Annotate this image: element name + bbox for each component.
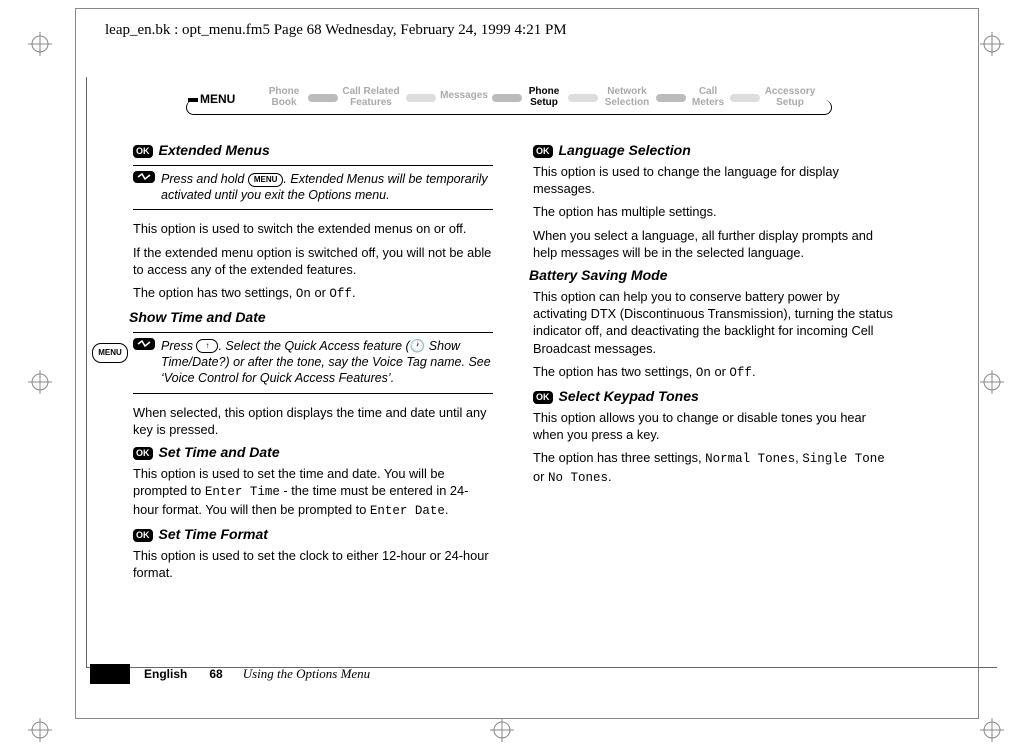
crop-mark-icon bbox=[28, 370, 52, 394]
menu-key-icon: MENU bbox=[92, 343, 128, 363]
heading-set-time-date: OKSet Time and Date bbox=[133, 444, 493, 461]
body-text: When you select a language, all further … bbox=[533, 227, 893, 262]
tip-lightning-icon bbox=[133, 338, 155, 350]
clock-glyph-icon: 🕐 bbox=[410, 339, 426, 353]
heading-select-keypad-tones: OKSelect Keypad Tones bbox=[533, 388, 893, 405]
running-head: leap_en.bk : opt_menu.fm5 Page 68 Wednes… bbox=[105, 22, 567, 39]
menu-outline bbox=[186, 100, 832, 115]
crop-mark-icon bbox=[490, 718, 514, 742]
tip-text: Press and hold bbox=[161, 172, 248, 186]
body-text: The option has multiple settings. bbox=[533, 203, 893, 220]
heading-set-time-format: OKSet Time Format bbox=[133, 526, 493, 543]
tip-box: Press and hold MENU. Extended Menus will… bbox=[133, 165, 493, 211]
body-text: This option is used to change the langua… bbox=[533, 163, 893, 198]
ok-badge-icon: OK bbox=[133, 145, 153, 158]
body-text: The option has two settings, On or Off. bbox=[533, 363, 893, 382]
footer-section-title: Using the Options Menu bbox=[243, 666, 370, 682]
body-text: This option is used to set the time and … bbox=[133, 465, 493, 520]
ok-badge-icon: OK bbox=[133, 529, 153, 542]
tip-lightning-icon bbox=[133, 171, 155, 183]
ok-badge-icon: OK bbox=[533, 145, 553, 158]
body-text: When selected, this option displays the … bbox=[133, 404, 493, 439]
tip-text: Press bbox=[161, 339, 196, 353]
crop-mark-icon bbox=[980, 32, 1004, 56]
right-column: OKLanguage Selection This option is used… bbox=[533, 136, 893, 493]
body-text: This option is used to switch the extend… bbox=[133, 220, 493, 237]
body-text: This option is used to set the clock to … bbox=[133, 547, 493, 582]
page-footer: English 68 Using the Options Menu bbox=[90, 664, 370, 684]
crop-mark-icon bbox=[28, 718, 52, 742]
heading-language-selection: OKLanguage Selection bbox=[533, 142, 893, 159]
heading-show-time-date: Show Time and Date bbox=[129, 309, 493, 326]
crop-mark-icon bbox=[980, 718, 1004, 742]
body-text: The option has three settings, Normal To… bbox=[533, 449, 893, 487]
menu-key-icon: MENU bbox=[248, 173, 284, 187]
ok-badge-icon: OK bbox=[133, 447, 153, 460]
tip-text: . Select the Quick Access feature ( bbox=[218, 339, 409, 353]
body-text: This option allows you to change or disa… bbox=[533, 409, 893, 444]
heading-extended-menus: OKExtended Menus bbox=[133, 142, 493, 159]
footer-page-number: 68 bbox=[209, 667, 222, 681]
body-text: If the extended menu option is switched … bbox=[133, 244, 493, 279]
up-arrow-key-icon: ↑ bbox=[196, 339, 218, 353]
ok-badge-icon: OK bbox=[533, 391, 553, 404]
body-text: This option can help you to conserve bat… bbox=[533, 288, 893, 357]
body-text: The option has two settings, On or Off. bbox=[133, 284, 493, 303]
crop-mark-icon bbox=[28, 32, 52, 56]
menu-bar: MENU PhoneBook Call RelatedFeatures Mess… bbox=[190, 84, 835, 118]
tip-box: Press ↑. Select the Quick Access feature… bbox=[133, 332, 493, 394]
heading-battery-saving: Battery Saving Mode bbox=[529, 267, 893, 284]
footer-language: English bbox=[144, 667, 187, 681]
left-column: OKExtended Menus Press and hold MENU. Ex… bbox=[133, 136, 493, 587]
footer-marker-icon bbox=[90, 664, 130, 684]
